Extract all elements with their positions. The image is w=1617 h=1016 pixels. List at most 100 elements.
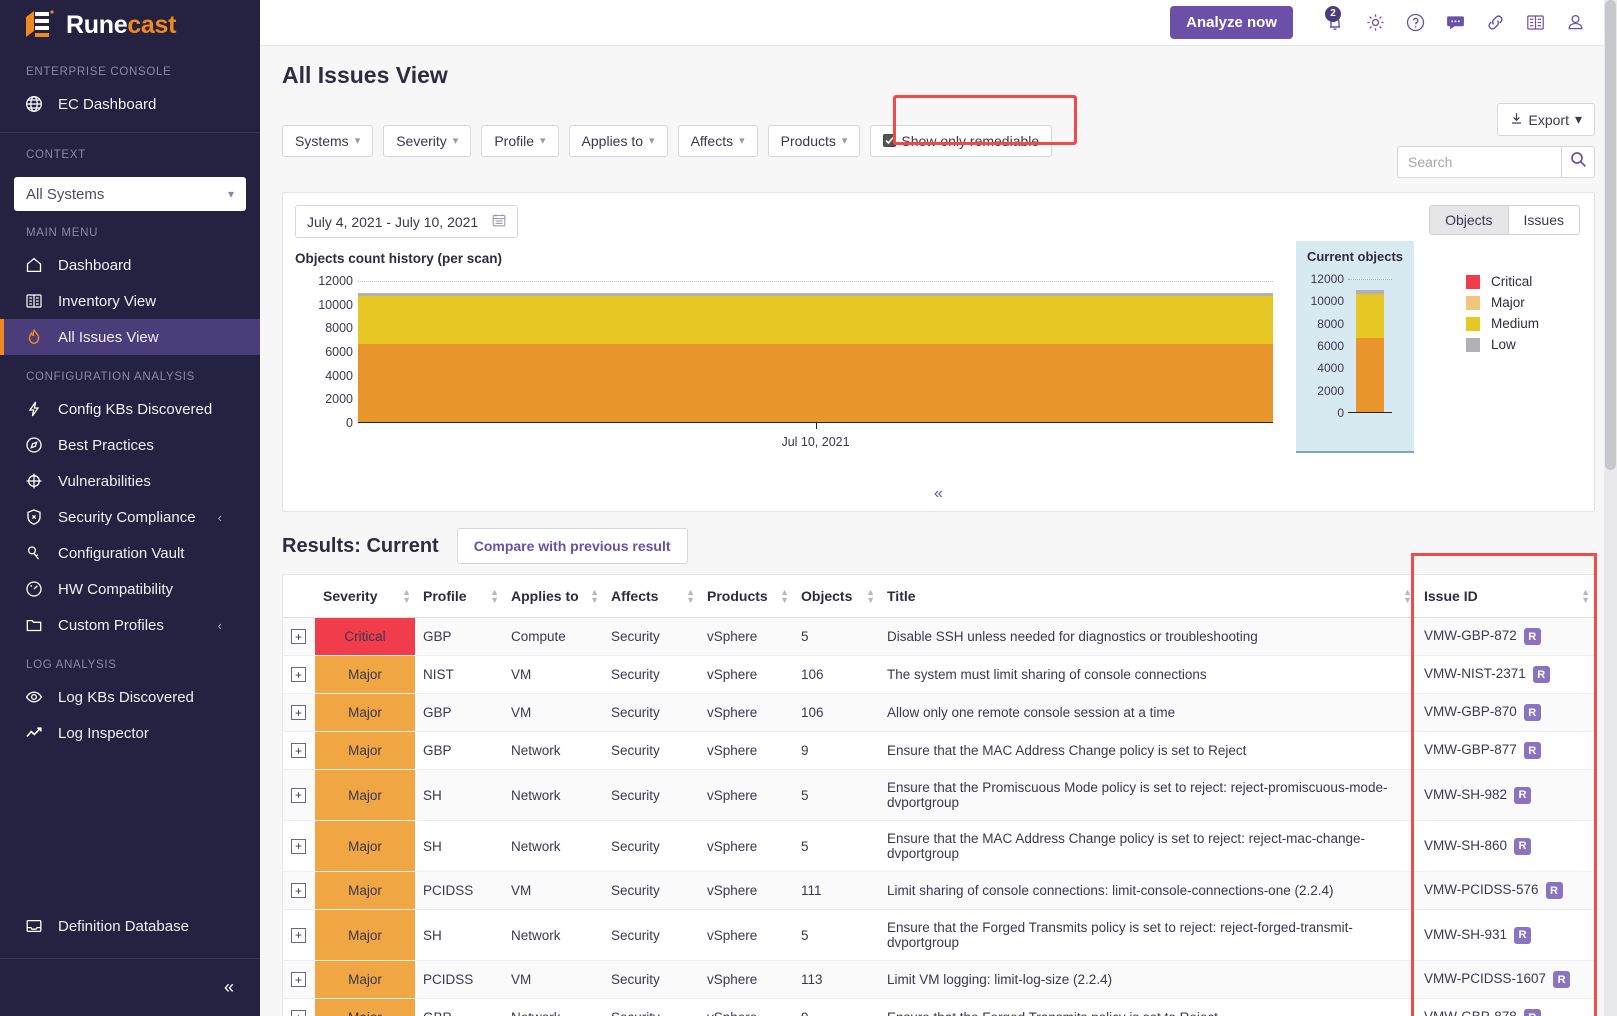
expand-row-button[interactable]: + <box>291 667 306 682</box>
y-tick-label: 10000 <box>1311 294 1344 308</box>
issue-id-cell[interactable]: VMW-GBP-872R <box>1416 618 1594 656</box>
sort-icon[interactable]: ▲▼ <box>866 588 875 604</box>
remediable-badge[interactable]: R <box>1514 927 1531 944</box>
th-applies-to[interactable]: Applies to▲▼ <box>503 575 603 618</box>
expand-row-button[interactable]: + <box>291 1010 306 1016</box>
remediable-badge[interactable]: R <box>1514 787 1531 804</box>
table-row[interactable]: +MajorGBPNetworkSecurityvSphere9Ensure t… <box>283 999 1594 1016</box>
sidebar-item-inventory-view[interactable]: Inventory View <box>0 283 260 319</box>
filter-products[interactable]: Products▾ <box>768 125 861 157</box>
sidebar-item-dashboard[interactable]: Dashboard <box>0 247 260 283</box>
table-row[interactable]: +MajorPCIDSSVMSecurityvSphere113Limit VM… <box>283 961 1594 999</box>
compare-with-previous-result-button[interactable]: Compare with previous result <box>457 528 688 564</box>
notifications-bell-icon[interactable]: 2 <box>1315 3 1355 43</box>
table-row[interactable]: +MajorPCIDSSVMSecurityvSphere111Limit sh… <box>283 872 1594 910</box>
remediable-badge[interactable]: R <box>1553 971 1570 988</box>
sidebar-item-security-compliance[interactable]: Security Compliance ‹ <box>0 499 260 535</box>
sort-icon[interactable]: ▲▼ <box>490 588 499 604</box>
remediable-badge[interactable]: R <box>1524 628 1541 645</box>
sidebar-collapse-button[interactable]: « <box>224 977 234 998</box>
scrollbar-thumb[interactable] <box>1605 0 1616 470</box>
table-row[interactable]: +MajorSHNetworkSecurityvSphere5Ensure th… <box>283 770 1594 821</box>
chat-icon[interactable] <box>1435 3 1475 43</box>
expand-row-button[interactable]: + <box>291 972 306 987</box>
sidebar-item-log-kbs-discovered[interactable]: Log KBs Discovered <box>0 679 260 715</box>
sidebar-item-log-inspector[interactable]: Log Inspector <box>0 715 260 751</box>
filter-affects[interactable]: Affects▾ <box>678 125 758 157</box>
issue-id-cell[interactable]: VMW-SH-860R <box>1416 821 1594 872</box>
date-range-picker[interactable]: July 4, 2021 - July 10, 2021 <box>295 205 518 238</box>
th-severity[interactable]: Severity▲▼ <box>315 575 415 618</box>
th-title[interactable]: Title▲▼ <box>879 575 1416 618</box>
th-profile[interactable]: Profile▲▼ <box>415 575 503 618</box>
page-scrollbar[interactable] <box>1604 0 1617 1016</box>
issue-id-cell[interactable]: VMW-GBP-877R <box>1416 732 1594 770</box>
table-row[interactable]: +MajorGBPNetworkSecurityvSphere9Ensure t… <box>283 732 1594 770</box>
issue-id-cell[interactable]: VMW-GBP-878R <box>1416 999 1594 1016</box>
table-row[interactable]: +CriticalGBPComputeSecurityvSphere5Disab… <box>283 618 1594 656</box>
gear-icon[interactable] <box>1355 3 1395 43</box>
expand-row-button[interactable]: + <box>291 629 306 644</box>
user-icon[interactable] <box>1555 3 1595 43</box>
toggle-objects[interactable]: Objects <box>1429 205 1508 235</box>
issue-id-cell[interactable]: VMW-PCIDSS-576R <box>1416 872 1594 910</box>
table-row[interactable]: +MajorSHNetworkSecurityvSphere5Ensure th… <box>283 821 1594 872</box>
search-button[interactable] <box>1561 146 1595 178</box>
sort-icon[interactable]: ▲▼ <box>780 588 789 604</box>
sort-icon[interactable]: ▲▼ <box>1403 588 1412 604</box>
th-objects[interactable]: Objects▲▼ <box>793 575 879 618</box>
book-icon[interactable] <box>1515 3 1555 43</box>
expand-row-button[interactable]: + <box>291 839 306 854</box>
help-icon[interactable] <box>1395 3 1435 43</box>
expand-row-button[interactable]: + <box>291 788 306 803</box>
filter-applies-to[interactable]: Applies to▾ <box>569 125 668 157</box>
remediable-badge[interactable]: R <box>1514 838 1531 855</box>
sort-icon[interactable]: ▲▼ <box>1581 588 1590 604</box>
expand-row-button[interactable]: + <box>291 928 306 943</box>
filter-profile[interactable]: Profile▾ <box>481 125 558 157</box>
sort-icon[interactable]: ▲▼ <box>402 588 411 604</box>
toggle-issues[interactable]: Issues <box>1509 205 1580 235</box>
link-icon[interactable] <box>1475 3 1515 43</box>
expand-row-button[interactable]: + <box>291 705 306 720</box>
th-affects[interactable]: Affects▲▼ <box>603 575 699 618</box>
issue-id-cell[interactable]: VMW-GBP-870R <box>1416 694 1594 732</box>
sidebar-item-config-kbs-discovered[interactable]: Config KBs Discovered <box>0 391 260 427</box>
issue-id-cell[interactable]: VMW-NIST-2371R <box>1416 656 1594 694</box>
th-issue-id[interactable]: Issue ID▲▼ <box>1416 575 1594 618</box>
expand-row-button[interactable]: + <box>291 883 306 898</box>
chart-collapse-button[interactable]: « <box>934 485 943 503</box>
table-row[interactable]: +MajorSHNetworkSecurityvSphere5Ensure th… <box>283 910 1594 961</box>
remediable-badge[interactable]: R <box>1524 704 1541 721</box>
table-row[interactable]: +MajorGBPVMSecurityvSphere106Allow only … <box>283 694 1594 732</box>
issue-id-cell[interactable]: VMW-SH-982R <box>1416 770 1594 821</box>
sort-icon[interactable]: ▲▼ <box>686 588 695 604</box>
checkbox-icon[interactable] <box>883 134 896 147</box>
sidebar-item-definition-database[interactable]: Definition Database <box>0 908 260 944</box>
sidebar-item-custom-profiles[interactable]: Custom Profiles ‹ <box>0 607 260 643</box>
sidebar-item-configuration-vault[interactable]: Configuration Vault <box>0 535 260 571</box>
remediable-badge[interactable]: R <box>1524 1009 1541 1016</box>
sidebar-item-vulnerabilities[interactable]: Vulnerabilities <box>0 463 260 499</box>
sidebar-item-best-practices[interactable]: Best Practices <box>0 427 260 463</box>
sidebar-item-all-issues-view[interactable]: All Issues View <box>0 319 260 355</box>
sidebar-item-ec-dashboard[interactable]: EC Dashboard <box>0 86 260 122</box>
analyze-now-button[interactable]: Analyze now <box>1170 6 1293 39</box>
table-row[interactable]: +MajorNISTVMSecurityvSphere106The system… <box>283 656 1594 694</box>
show-only-remediable-toggle[interactable]: Show only remediable <box>870 125 1052 157</box>
filter-systems[interactable]: Systems▾ <box>282 125 373 157</box>
search-input[interactable] <box>1397 146 1561 178</box>
remediable-badge[interactable]: R <box>1546 882 1563 899</box>
context-select[interactable]: All Systems ▾ <box>14 177 246 211</box>
brand[interactable]: Runecast <box>0 0 260 50</box>
issue-id-cell[interactable]: VMW-PCIDSS-1607R <box>1416 961 1594 999</box>
th-products[interactable]: Products▲▼ <box>699 575 793 618</box>
remediable-badge[interactable]: R <box>1533 666 1550 683</box>
remediable-badge[interactable]: R <box>1524 742 1541 759</box>
export-button[interactable]: Export ▾ <box>1497 103 1596 136</box>
issue-id-cell[interactable]: VMW-SH-931R <box>1416 910 1594 961</box>
sidebar-item-hw-compatibility[interactable]: HW Compatibility <box>0 571 260 607</box>
sort-icon[interactable]: ▲▼ <box>590 588 599 604</box>
expand-row-button[interactable]: + <box>291 743 306 758</box>
filter-severity[interactable]: Severity▾ <box>383 125 471 157</box>
